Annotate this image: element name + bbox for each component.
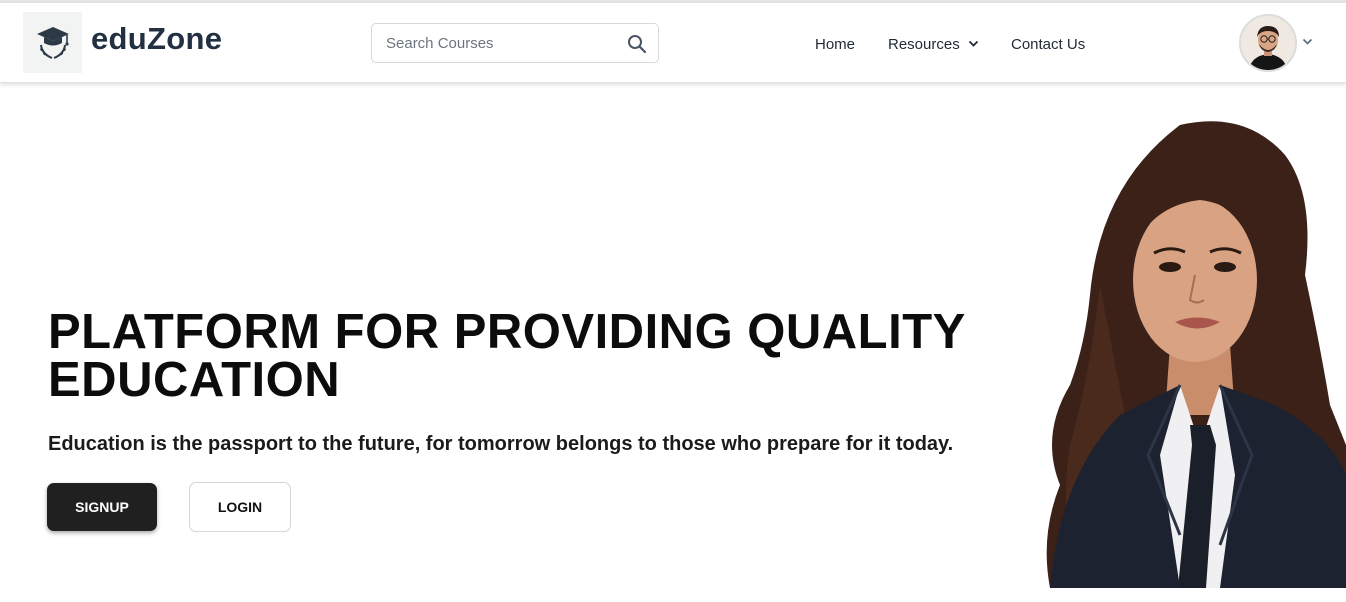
- hero-title: PLATFORM FOR PROVIDING QUALITY EDUCATION: [48, 305, 965, 407]
- chevron-down-icon: [968, 40, 978, 47]
- nav-resources-dropdown[interactable]: Resources: [888, 36, 979, 53]
- search-icon: [628, 35, 647, 54]
- hero-portrait-image: [1046, 121, 1346, 588]
- search-input[interactable]: [372, 24, 622, 62]
- hero-subtitle: Education is the passport to the future,…: [48, 433, 954, 455]
- logo[interactable]: [23, 12, 82, 73]
- signup-button[interactable]: SIGNUP: [47, 483, 157, 531]
- brand-name[interactable]: eduZone: [91, 21, 222, 57]
- nav-home-link[interactable]: Home: [815, 36, 855, 53]
- login-button[interactable]: LOGIN: [189, 482, 291, 532]
- search-bar: [371, 23, 659, 63]
- profile-menu-chevron-icon[interactable]: [1302, 38, 1313, 46]
- nav-resources-label: Resources: [888, 36, 960, 53]
- avatar-portrait: [1241, 16, 1295, 70]
- navbar: eduZone Home Resources Contact Us: [0, 3, 1346, 83]
- graduation-cap-laurel-icon: [36, 26, 69, 59]
- user-avatar[interactable]: [1239, 14, 1297, 72]
- search-button[interactable]: [627, 34, 647, 54]
- nav-contact-link[interactable]: Contact Us: [1011, 36, 1085, 53]
